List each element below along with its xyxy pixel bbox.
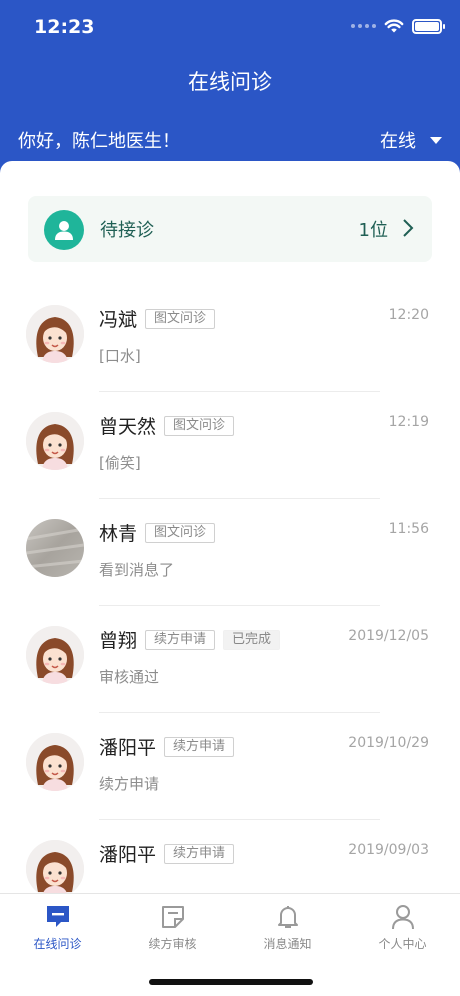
wifi-icon <box>384 19 404 33</box>
tab-profile[interactable]: 个人中心 <box>345 904 460 952</box>
avatar <box>26 840 84 898</box>
waiting-count: 1位 <box>358 220 388 241</box>
avatar <box>26 305 84 363</box>
chat-icon <box>46 906 69 927</box>
conversation-item[interactable]: 潘阳平 续方申请 2019/10/29 续方申请 <box>0 713 460 820</box>
status-icons <box>351 18 445 34</box>
chevron-down-icon <box>430 136 442 144</box>
prescription-icon <box>161 906 184 928</box>
status-bar: 12:23 <box>0 0 460 50</box>
name-row: 潘阳平 续方申请 <box>99 733 235 760</box>
consult-type-tag: 图文问诊 <box>145 522 216 543</box>
avatar <box>26 519 84 577</box>
patient-name: 潘阳平 <box>99 737 157 759</box>
conversation-item[interactable]: 林青 图文问诊 11:56 看到消息了 <box>0 499 460 606</box>
tab-label: 消息通知 <box>263 937 312 951</box>
bell-icon <box>277 906 298 928</box>
chevron-right-icon <box>403 219 414 237</box>
message-time: 11:56 <box>388 521 429 537</box>
page-title: 在线问诊 <box>188 70 272 94</box>
consult-type-tag: 已完成 <box>223 629 281 650</box>
consult-type-tag: 续方申请 <box>164 843 235 864</box>
patient-icon <box>44 210 84 250</box>
patient-name: 潘阳平 <box>99 844 157 866</box>
online-status-dropdown[interactable]: 在线 <box>380 127 442 153</box>
avatar <box>26 626 84 684</box>
patient-name: 曾翔 <box>99 630 138 652</box>
tab-label: 个人中心 <box>378 937 427 951</box>
online-status-label: 在线 <box>380 131 416 152</box>
message-time: 12:20 <box>388 307 429 323</box>
waiting-patients-card[interactable]: 待接诊 1位 <box>28 196 432 262</box>
patient-name: 林青 <box>99 523 138 545</box>
name-row: 曾翔 续方申请 已完成 <box>99 626 281 653</box>
header: 12:23 在线问诊 你好，陈仁地医生！ 在线 <box>0 0 460 175</box>
tab-online-consult[interactable]: 在线问诊 <box>0 904 115 952</box>
tab-label: 在线问诊 <box>33 937 82 951</box>
patient-name: 冯斌 <box>99 309 138 331</box>
tab-notifications[interactable]: 消息通知 <box>230 904 345 952</box>
conversation-list: 冯斌 图文问诊 12:20 [口水] 曾天然 图文问诊 12:19 [偷笑] 林青 图文问诊 11:… <box>0 285 460 927</box>
status-time: 12:23 <box>34 16 95 38</box>
last-message: 续方申请 <box>99 775 160 793</box>
last-message: [口水] <box>99 347 141 365</box>
message-time: 2019/09/03 <box>348 842 429 858</box>
message-time: 12:19 <box>388 414 429 430</box>
patient-name: 曾天然 <box>99 416 157 438</box>
tab-prescription-review[interactable]: 续方审核 <box>115 904 230 952</box>
message-time: 2019/10/29 <box>348 735 429 751</box>
person-icon <box>391 905 414 930</box>
name-row: 冯斌 图文问诊 <box>99 305 216 332</box>
consult-type-tag: 续方申请 <box>145 629 216 650</box>
conversation-item[interactable]: 曾天然 图文问诊 12:19 [偷笑] <box>0 392 460 499</box>
consult-type-tag: 续方申请 <box>164 736 235 757</box>
battery-icon <box>412 18 445 34</box>
conversation-item[interactable]: 冯斌 图文问诊 12:20 [口水] <box>0 285 460 392</box>
message-time: 2019/12/05 <box>348 628 429 644</box>
last-message: 看到消息了 <box>99 561 175 579</box>
greeting-text: 你好，陈仁地医生！ <box>18 131 180 152</box>
waiting-label: 待接诊 <box>100 220 154 241</box>
consult-type-tag: 图文问诊 <box>164 415 235 436</box>
name-row: 潘阳平 续方申请 <box>99 840 235 867</box>
home-indicator <box>149 979 313 985</box>
name-row: 林青 图文问诊 <box>99 519 216 546</box>
signal-icon <box>351 24 376 28</box>
avatar <box>26 412 84 470</box>
consult-type-tag: 图文问诊 <box>145 308 216 329</box>
last-message: 审核通过 <box>99 668 160 686</box>
avatar <box>26 733 84 791</box>
tab-label: 续方审核 <box>148 937 197 951</box>
conversation-item[interactable]: 曾翔 续方申请 已完成 2019/12/05 审核通过 <box>0 606 460 713</box>
name-row: 曾天然 图文问诊 <box>99 412 235 439</box>
last-message: [偷笑] <box>99 454 141 472</box>
